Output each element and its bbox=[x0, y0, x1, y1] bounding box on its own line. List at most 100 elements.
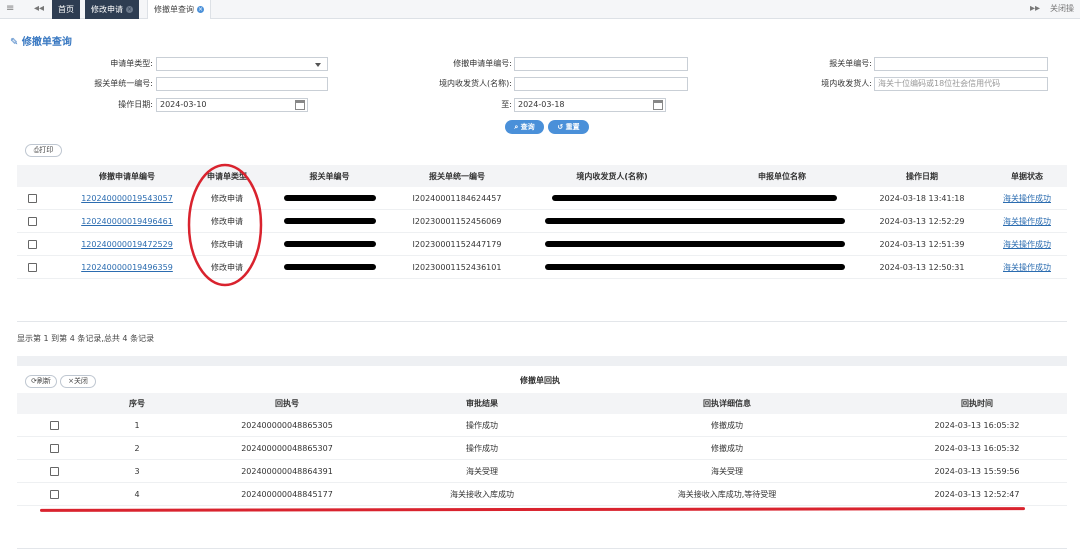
customs-no-input[interactable] bbox=[874, 57, 1048, 71]
redaction-mark bbox=[544, 218, 845, 224]
row-checkbox[interactable] bbox=[25, 233, 39, 255]
checkbox[interactable] bbox=[49, 420, 59, 430]
checkbox[interactable] bbox=[49, 489, 59, 499]
unified-no-label: 报关单统一编号: bbox=[94, 79, 153, 88]
column-header[interactable]: 修撤申请单编号 bbox=[57, 165, 197, 187]
checkbox[interactable] bbox=[27, 239, 37, 249]
checkbox[interactable] bbox=[27, 216, 37, 226]
reset-button-label: 重置 bbox=[565, 123, 580, 131]
column-header[interactable]: 操作日期 bbox=[872, 165, 972, 187]
column-header[interactable]: 序号 bbox=[97, 393, 177, 414]
column-header[interactable]: 回执号 bbox=[217, 393, 357, 414]
redaction-mark bbox=[552, 195, 837, 201]
date-to-input[interactable]: 2024-03-18 bbox=[514, 98, 666, 112]
redaction-mark bbox=[544, 264, 845, 270]
redaction-mark bbox=[283, 264, 376, 270]
query-button-label: 查询 bbox=[520, 123, 535, 131]
close-ops-button[interactable]: 关闭操 bbox=[1050, 3, 1074, 15]
table-row[interactable]: 120240000019496359 修改申请 I202300011524361… bbox=[17, 256, 1067, 279]
date-to-value: 2024-03-18 bbox=[518, 100, 565, 109]
date-cell: 2024-03-18 13:41:18 bbox=[879, 193, 965, 203]
reset-icon: ↺ bbox=[557, 123, 566, 131]
unified-no-input[interactable] bbox=[156, 77, 328, 91]
table-row[interactable]: 1 202400000048865305 操作成功 修撤成功 2024-03-1… bbox=[17, 414, 1067, 437]
consignee-label: 境内收发货人(名称): bbox=[439, 79, 512, 88]
calendar-icon[interactable] bbox=[653, 100, 663, 110]
consignee2-input[interactable]: 海关十位编码或18位社会信用代码 bbox=[874, 77, 1048, 91]
pagination-info: 显示第 1 到第 4 条记录,总共 4 条记录 bbox=[17, 334, 155, 343]
consignee-input[interactable] bbox=[514, 77, 688, 91]
status-link[interactable]: 海关操作成功 bbox=[992, 233, 1062, 255]
table-row[interactable]: 120240000019496461 修改申请 I202300011524560… bbox=[17, 210, 1067, 233]
column-header[interactable]: 报关单统一编号 bbox=[392, 165, 522, 187]
tab-home[interactable]: 首页 bbox=[52, 0, 80, 19]
revoke-no-link[interactable]: 120240000019496359 bbox=[57, 256, 197, 278]
revoke-no-link[interactable]: 120240000019543057 bbox=[57, 187, 197, 209]
column-header[interactable]: 回执时间 bbox=[897, 393, 1057, 414]
status-link[interactable]: 海关操作成功 bbox=[992, 256, 1062, 278]
table-row[interactable]: 2 202400000048865307 操作成功 修撤成功 2024-03-1… bbox=[17, 437, 1067, 460]
checkbox[interactable] bbox=[49, 443, 59, 453]
revoke-no-link[interactable]: 120240000019496461 bbox=[57, 210, 197, 232]
row-checkbox[interactable] bbox=[25, 187, 39, 209]
column-header[interactable]: 单据状态 bbox=[992, 165, 1062, 187]
close-icon[interactable]: × bbox=[197, 6, 204, 13]
tab-modify-apply[interactable]: 修改申请 × bbox=[85, 0, 139, 19]
column-header[interactable]: 报关单编号 bbox=[272, 165, 387, 187]
row-checkbox[interactable] bbox=[47, 483, 61, 505]
redacted-cell bbox=[542, 256, 847, 278]
menu-icon[interactable]: ≡ bbox=[6, 3, 14, 15]
status-link[interactable]: 海关操作成功 bbox=[992, 210, 1062, 232]
revoke-no-input[interactable] bbox=[514, 57, 688, 71]
reset-button[interactable]: ↺ 重置 bbox=[548, 120, 589, 134]
tab-bar: ≡ ◂◂ 首页 修改申请 × 修撤单查询 × ▸▸ 关闭操 bbox=[0, 0, 1080, 19]
print-button[interactable]: ⎙打印 bbox=[25, 144, 62, 157]
checkbox[interactable] bbox=[27, 262, 37, 272]
row-checkbox[interactable] bbox=[47, 414, 61, 436]
date-label: 操作日期: bbox=[118, 100, 153, 109]
scroll-left-icon[interactable]: ◂◂ bbox=[34, 3, 44, 15]
seq-cell: 1 bbox=[134, 420, 140, 430]
type-select[interactable] bbox=[156, 57, 328, 71]
column-header[interactable]: 回执详细信息 bbox=[647, 393, 807, 414]
revoke-no-link[interactable]: 120240000019472529 bbox=[57, 233, 197, 255]
page-title-text: 修撤单查询 bbox=[21, 37, 72, 48]
column-header[interactable]: 申报单位名称 bbox=[697, 165, 867, 187]
scroll-right-icon[interactable]: ▸▸ bbox=[1030, 3, 1040, 15]
column-header[interactable]: 审批结果 bbox=[417, 393, 547, 414]
status-link[interactable]: 海关操作成功 bbox=[992, 187, 1062, 209]
result-cell: 海关接收入库成功 bbox=[450, 489, 514, 499]
redaction-mark bbox=[544, 241, 845, 247]
time-cell: 2024-03-13 15:59:56 bbox=[934, 466, 1020, 476]
column-header[interactable]: 境内收发货人(名称) bbox=[527, 165, 697, 187]
table-row[interactable]: 4 202400000048845177 海关接收入库成功 海关接收入库成功,等… bbox=[17, 483, 1067, 506]
main-table: 修撤申请单编号 申请单类型 报关单编号 报关单统一编号 境内收发货人(名称) 申… bbox=[17, 165, 1067, 322]
detail-cell: 修撤成功 bbox=[711, 420, 743, 430]
row-checkbox[interactable] bbox=[47, 460, 61, 482]
tab-revoke-query[interactable]: 修撤单查询 × bbox=[147, 0, 211, 19]
table-row[interactable]: 3 202400000048864391 海关受理 海关受理 2024-03-1… bbox=[17, 460, 1067, 483]
row-checkbox[interactable] bbox=[47, 437, 61, 459]
redacted-cell bbox=[542, 233, 847, 255]
seq-cell: 4 bbox=[134, 489, 140, 499]
close-icon[interactable]: × bbox=[126, 6, 133, 13]
table-row[interactable]: 120240000019543057 修改申请 I202400011846244… bbox=[17, 187, 1067, 210]
time-cell: 2024-03-13 16:05:32 bbox=[934, 443, 1020, 453]
query-button[interactable]: ⌕ 查询 bbox=[505, 120, 544, 134]
edit-icon: ✎ bbox=[10, 37, 22, 48]
consignee2-placeholder: 海关十位编码或18位社会信用代码 bbox=[878, 79, 1001, 88]
date-from-input[interactable]: 2024-03-10 bbox=[156, 98, 308, 112]
chevron-down-icon bbox=[315, 63, 321, 67]
checkbox[interactable] bbox=[49, 466, 59, 476]
calendar-icon[interactable] bbox=[295, 100, 305, 110]
row-checkbox[interactable] bbox=[25, 256, 39, 278]
table-row[interactable]: 120240000019472529 修改申请 I202300011524471… bbox=[17, 233, 1067, 256]
response-table: 序号 回执号 审批结果 回执详细信息 回执时间 1 20240000004886… bbox=[17, 393, 1067, 549]
tab-home-label: 首页 bbox=[58, 5, 74, 14]
checkbox[interactable] bbox=[27, 193, 37, 203]
row-checkbox[interactable] bbox=[25, 210, 39, 232]
redacted-cell bbox=[272, 256, 387, 278]
date-cell: 2024-03-13 12:50:31 bbox=[879, 262, 965, 272]
type-label: 申请单类型: bbox=[110, 59, 153, 68]
receipt-cell: 202400000048864391 bbox=[241, 466, 333, 476]
